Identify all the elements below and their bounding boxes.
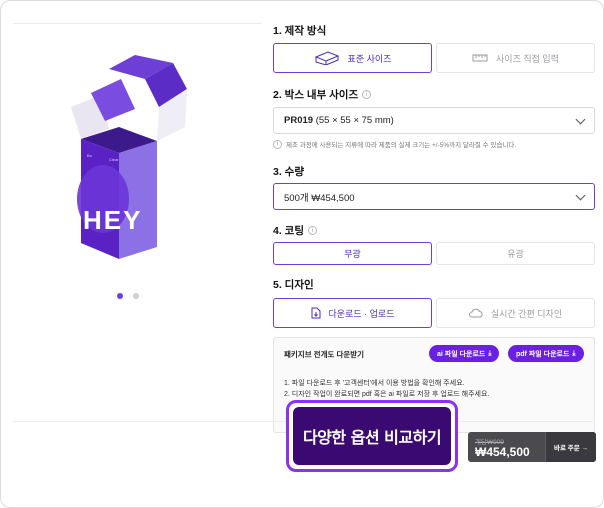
download-upload-label: 다운로드 · 업로드	[328, 308, 395, 319]
production-method-toggle: 표준 사이즈 사이즈 직접 입력	[273, 43, 595, 73]
box-brand-left: Bo	[87, 153, 93, 158]
matte-option[interactable]: 무광	[273, 242, 432, 265]
custom-size-label: 사이즈 직접 입력	[496, 53, 559, 64]
info-icon: i	[273, 139, 282, 149]
box-icon	[314, 51, 339, 65]
box-big-text: HEY	[83, 205, 142, 235]
carousel-dots	[117, 293, 139, 299]
cloud-icon	[468, 308, 483, 318]
panel-instruction-1: 1. 파일 다운로드 후 '고객센터'에서 이용 방법을 확인해 주세요.	[284, 380, 465, 387]
section-title-size: 2. 박스 내부 사이즈 i	[273, 87, 372, 102]
order-now-button[interactable]: 바로 주문 →	[545, 432, 596, 462]
size-note: i 제조 과정에 사용되는 지류에 따라 제품의 실제 크기는 +/-5%까지 …	[273, 139, 516, 149]
quantity-select[interactable]: 500개 ₩454,500	[273, 183, 595, 210]
section-title-design: 5. 디자인	[273, 277, 314, 292]
gloss-option[interactable]: 유광	[436, 242, 595, 265]
divider	[13, 23, 261, 24]
carousel-dot-2[interactable]	[133, 293, 139, 299]
info-icon[interactable]: i	[308, 226, 317, 235]
size-note-text: 제조 과정에 사용되는 지류에 따라 제품의 실제 크기는 +/-5%까지 달라…	[286, 142, 517, 149]
gloss-label: 유광	[507, 249, 524, 259]
download-icon: ⤓	[488, 349, 492, 357]
standard-size-label: 표준 사이즈	[347, 53, 392, 64]
standard-size-option[interactable]: 표준 사이즈	[273, 43, 432, 73]
section-title-text: 5. 디자인	[273, 279, 314, 291]
coating-toggle: 무광 유광	[273, 242, 595, 265]
file-icon	[311, 307, 321, 319]
quantity-value: 500개 ₩454,500	[284, 192, 355, 204]
ai-download-label: ai 파일 다운로드	[437, 350, 486, 358]
download-upload-option[interactable]: 다운로드 · 업로드	[273, 298, 432, 328]
box-size-code: PR019	[284, 115, 314, 126]
section-title-production: 1. 제작 방식	[273, 23, 326, 38]
box-size-dims: (55 × 55 × 75 mm)	[315, 115, 394, 126]
section-title-quantity: 3. 수량	[273, 164, 304, 179]
carousel-dot-1[interactable]	[117, 293, 123, 299]
pdf-download-button[interactable]: pdf 파일 다운로드 ⤓	[508, 345, 584, 362]
section-title-text: 2. 박스 내부 사이즈	[273, 89, 359, 101]
total-price: ₩454,500	[475, 445, 530, 459]
compare-options-button[interactable]: 다양한 옵션 비교하기	[293, 407, 451, 465]
box-brand-right: Clear	[109, 157, 119, 162]
info-icon[interactable]: i	[362, 90, 372, 99]
live-design-option[interactable]: 실시간 간편 디자인	[436, 298, 595, 328]
section-title-text: 3. 수량	[273, 166, 304, 178]
matte-label: 무광	[344, 249, 361, 259]
box-size-select[interactable]: PR019 (55 × 55 × 75 mm)	[273, 107, 595, 134]
design-method-toggle: 다운로드 · 업로드 실시간 간편 디자인	[273, 298, 595, 328]
pdf-download-label: pdf 파일 다운로드	[516, 350, 570, 358]
panel-title: 패키지브 전개도 다운받기	[284, 350, 365, 359]
live-design-label: 실시간 간편 디자인	[490, 308, 563, 319]
chevron-down-icon	[575, 190, 586, 200]
box-size-value: PR019 (55 × 55 × 75 mm)	[284, 115, 577, 126]
chevron-down-icon	[575, 114, 586, 124]
custom-size-option[interactable]: 사이즈 직접 입력	[436, 43, 595, 73]
section-title-text: 4. 코팅	[273, 225, 304, 237]
ai-download-button[interactable]: ai 파일 다운로드 ⤓	[429, 345, 500, 362]
product-box-image: Bo Clear HEY	[71, 55, 187, 259]
section-title-coating: 4. 코팅 i	[273, 223, 317, 238]
ruler-icon	[472, 54, 488, 62]
download-icon: ⤓	[572, 349, 576, 357]
section-title-text: 1. 제작 방식	[273, 25, 327, 37]
product-page: Bo Clear HEY 1. 제작 방식 표준 사이즈 사이즈 직접 입력 2…	[0, 0, 604, 508]
panel-instruction-2: 2. 디자인 작업이 완료되면 pdf 혹은 ai 파일로 저장 후 업로드 해…	[284, 391, 490, 398]
